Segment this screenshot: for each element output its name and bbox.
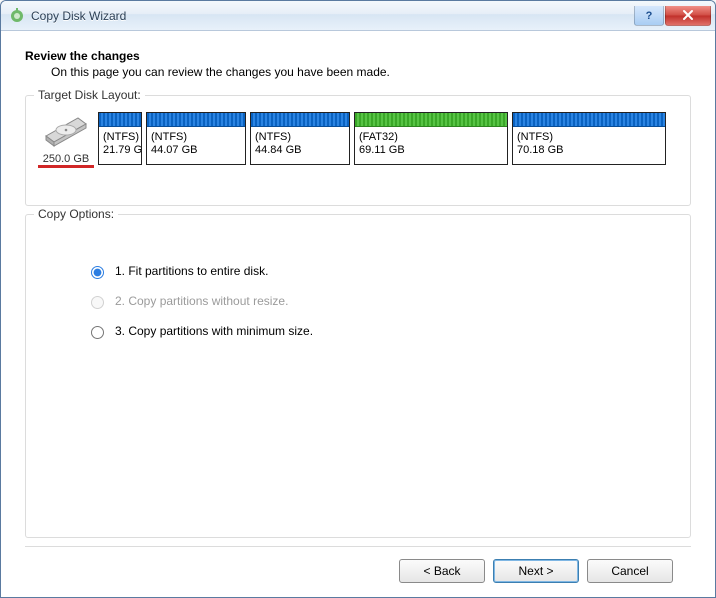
partition-filesystem: (FAT32) xyxy=(359,131,503,144)
copy-option-row[interactable]: 1. Fit partitions to entire disk. xyxy=(86,263,678,279)
wizard-window: Copy Disk Wizard ? Review the changes On… xyxy=(0,0,716,598)
partition-block[interactable]: (NTFS)44.84 GB xyxy=(250,112,350,165)
partition-size: 44.07 GB xyxy=(151,144,241,157)
partition-block[interactable]: (NTFS)44.07 GB xyxy=(146,112,246,165)
partition-info: (FAT32)69.11 GB xyxy=(355,127,507,164)
partition-header xyxy=(251,113,349,127)
copy-option-radio[interactable] xyxy=(91,326,104,339)
close-button[interactable] xyxy=(665,6,711,26)
copy-option-label: 1. Fit partitions to entire disk. xyxy=(115,264,268,278)
partition-header xyxy=(513,113,665,127)
copy-option-label: 3. Copy partitions with minimum size. xyxy=(115,324,313,338)
disk-layout-row: 250.0 GB (NTFS)21.79 GB(NTFS)44.07 GB(NT… xyxy=(38,112,678,165)
group-label: Target Disk Layout: xyxy=(34,88,145,102)
wizard-footer: < Back Next > Cancel xyxy=(25,546,691,597)
help-button[interactable]: ? xyxy=(634,6,664,26)
partition-info: (NTFS)21.79 GB xyxy=(99,127,141,164)
partition-filesystem: (NTFS) xyxy=(517,131,661,144)
partition-header xyxy=(99,113,141,127)
partition-info: (NTFS)44.07 GB xyxy=(147,127,245,164)
partition-size: 70.18 GB xyxy=(517,144,661,157)
partition-header xyxy=(355,113,507,127)
svg-text:?: ? xyxy=(646,10,653,21)
hard-disk-icon xyxy=(42,139,90,151)
partition-size: 21.79 GB xyxy=(103,144,137,157)
copy-option-radio xyxy=(91,296,104,309)
page-title: Review the changes xyxy=(25,49,691,63)
copy-option-radio[interactable] xyxy=(91,266,104,279)
copy-options-group: Copy Options: 1. Fit partitions to entir… xyxy=(25,214,691,538)
app-icon xyxy=(9,8,25,24)
partition-block[interactable]: (FAT32)69.11 GB xyxy=(354,112,508,165)
disk-usage-bar xyxy=(38,165,94,168)
partition-filesystem: (NTFS) xyxy=(151,131,241,144)
disk-capacity: 250.0 GB xyxy=(38,153,94,165)
disk-icon-block: 250.0 GB xyxy=(38,112,94,165)
partition-header xyxy=(147,113,245,127)
next-button[interactable]: Next > xyxy=(493,559,579,583)
partition-info: (NTFS)44.84 GB xyxy=(251,127,349,164)
page-subtitle: On this page you can review the changes … xyxy=(51,65,691,79)
partition-size: 44.84 GB xyxy=(255,144,345,157)
partition-size: 69.11 GB xyxy=(359,144,503,157)
copy-option-label: 2. Copy partitions without resize. xyxy=(115,294,288,308)
cancel-button[interactable]: Cancel xyxy=(587,559,673,583)
target-disk-layout-group: Target Disk Layout: 250.0 GB xyxy=(25,95,691,206)
wizard-body: Review the changes On this page you can … xyxy=(1,31,715,597)
partition-filesystem: (NTFS) xyxy=(103,131,137,144)
partition-block[interactable]: (NTFS)21.79 GB xyxy=(98,112,142,165)
titlebar[interactable]: Copy Disk Wizard ? xyxy=(1,1,715,31)
partition-block[interactable]: (NTFS)70.18 GB xyxy=(512,112,666,165)
window-title: Copy Disk Wizard xyxy=(31,9,126,23)
group-label: Copy Options: xyxy=(34,207,118,221)
back-button[interactable]: < Back xyxy=(399,559,485,583)
copy-option-row: 2. Copy partitions without resize. xyxy=(86,293,678,309)
copy-option-row[interactable]: 3. Copy partitions with minimum size. xyxy=(86,323,678,339)
options-list: 1. Fit partitions to entire disk. 2. Copy… xyxy=(38,229,678,339)
partition-info: (NTFS)70.18 GB xyxy=(513,127,665,164)
partition-filesystem: (NTFS) xyxy=(255,131,345,144)
